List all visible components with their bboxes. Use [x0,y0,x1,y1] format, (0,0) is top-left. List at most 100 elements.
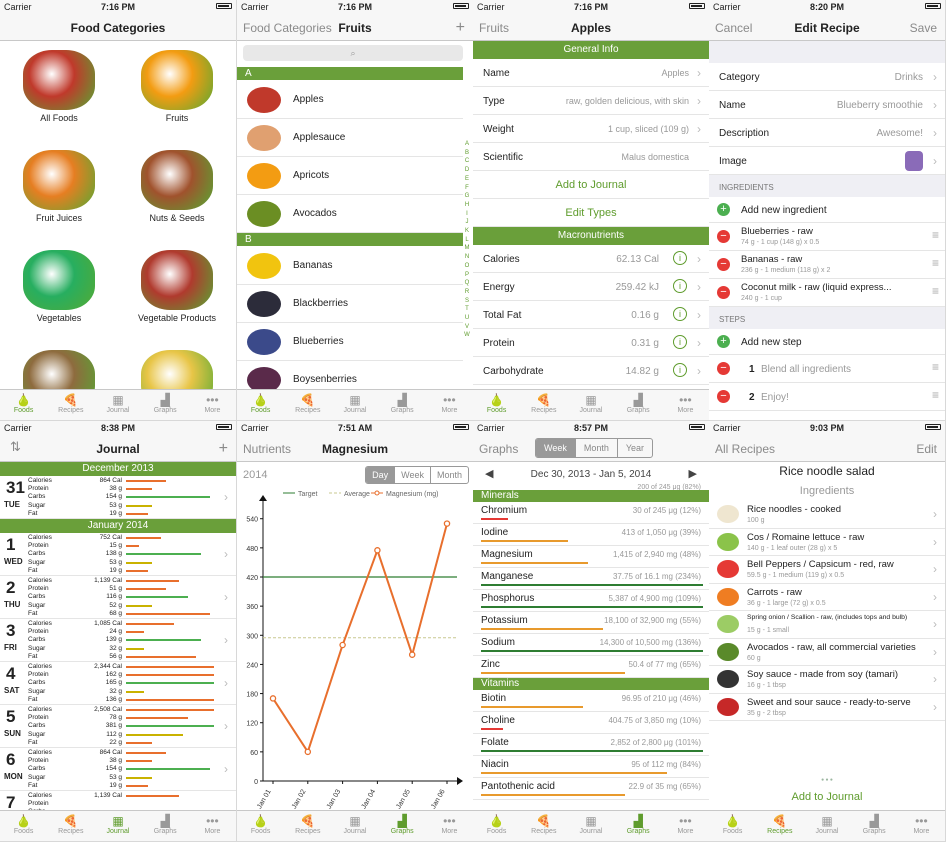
nutrient-progress-row[interactable]: Chromium 30 of 245 μg (12%) [473,502,709,524]
nutrient-progress-row[interactable]: Pantothenic acid 22.9 of 35 mg (65%) [473,778,709,800]
index-letter[interactable]: J [463,218,471,227]
nutrient-progress-row[interactable]: Biotin 96.95 of 210 μg (46%) [473,690,709,712]
save-button[interactable]: Save [910,21,937,35]
journal-day-row[interactable]: 31 TUE Calories 864 Cal Protein 38 g Carbs 154 … [0,476,236,519]
tab-recipes[interactable]: 🍕 Recipes [284,811,331,841]
drag-handle-icon[interactable]: ≡ [932,360,939,374]
list-item[interactable]: Avocados [237,195,463,233]
tab-graphs[interactable]: ▟ Graphs [379,811,426,841]
add-button[interactable]: + [456,19,465,37]
journal-day-row[interactable]: 1 WED Calories 752 Cal Protein 15 g Carbs 138 g… [0,533,236,576]
index-letter[interactable]: R [463,288,471,297]
index-letter[interactable]: W [463,331,471,340]
nutrient-progress-row[interactable]: Phosphorus 5,387 of 4,900 mg (109%) [473,590,709,612]
step-row[interactable]: − ≡ 1 Blend all ingredients [709,355,945,383]
tab-journal[interactable]: ▦ Journal [94,811,141,841]
tab-graphs[interactable]: ▟ Graphs [615,390,662,420]
ingredient-row[interactable]: Rice noodles - cooked 100 g › [709,501,945,529]
add-to-journal-button[interactable]: Add to Journal [473,171,709,199]
info-row[interactable]: Type raw, golden delicious, with skin › [473,87,709,115]
add-entry-button[interactable]: + [219,440,228,458]
back-button[interactable]: All Recipes [715,442,775,456]
journal-day-row[interactable]: 6 MON Calories 864 Cal Protein 38 g Carbs 154 g… [0,748,236,791]
ingredient-row[interactable]: Cos / Romaine lettuce - raw 140 g - 1 lea… [709,529,945,556]
nutrient-row[interactable]: Carbohydrate 14.82 g i › [473,357,709,385]
tab-journal[interactable]: ▦ Journal [94,390,141,420]
nutrient-progress-row[interactable]: Folate 2,852 of 2,800 μg (101%) [473,734,709,756]
edit-button[interactable]: Edit [916,442,937,456]
tab-recipes[interactable]: 🍕 Recipes [520,811,567,841]
tab-recipes[interactable]: 🍕 Recipes [47,390,94,420]
nutrient-progress-row[interactable]: Iodine 413 of 1,050 μg (39%) [473,524,709,546]
info-icon[interactable]: i [673,251,687,265]
tab-foods[interactable]: 🍐 Foods [473,811,520,841]
delete-circle-icon[interactable]: − [717,390,730,403]
ingredient-row[interactable]: Bell Peppers / Capsicum - red, raw 59.5 g… [709,556,945,584]
tab-journal[interactable]: ▦ Journal [567,811,614,841]
drag-handle-icon[interactable]: ≡ [932,388,939,402]
category-cell[interactable]: All Foods [10,50,108,140]
info-row[interactable]: Weight 1 cup, sliced (109 g) › [473,115,709,143]
search-input[interactable]: ⌕ [243,45,463,61]
journal-day-row[interactable]: 2 THU Calories 1,139 Cal Protein 51 g Carbs 116… [0,576,236,619]
segment-week[interactable]: Week [536,439,575,457]
tab-more[interactable]: ••• More [662,390,709,420]
nutrient-progress-row[interactable]: Magnesium 1,415 of 2,940 mg (48%) [473,546,709,568]
tab-foods[interactable]: 🍐 Foods [0,390,47,420]
journal-day-row[interactable]: 4 SAT Calories 2,344 Cal Protein 162 g Carbs 16… [0,662,236,705]
recipe-field-row[interactable]: Image › [709,147,945,175]
index-letter[interactable]: I [463,210,471,219]
nutrient-row[interactable]: Total Fat 0.16 g i › [473,301,709,329]
delete-circle-icon[interactable]: − [717,258,730,271]
nutrient-progress-row[interactable]: Potassium 18,100 of 32,900 mg (55%) [473,612,709,634]
drag-handle-icon[interactable]: ≡ [932,284,939,298]
ingredient-row[interactable]: − ≡ Bananas - raw 236 g - 1 medium (118 g) … [709,251,945,279]
tab-more[interactable]: ••• More [189,390,236,420]
delete-circle-icon[interactable]: − [717,286,730,299]
nutrient-progress-row[interactable]: Choline 404.75 of 3,850 mg (10%) [473,712,709,734]
nutrient-progress-row[interactable]: Manganese 37.75 of 16.1 mg (234%) [473,568,709,590]
tab-graphs[interactable]: ▟ Graphs [851,811,898,841]
tab-more[interactable]: ••• More [426,811,473,841]
tab-foods[interactable]: 🍐 Foods [709,811,756,841]
tab-journal[interactable]: ▦ Journal [331,811,378,841]
info-icon[interactable]: i [673,307,687,321]
ingredient-row[interactable]: Carrots - raw 36 g - 1 large (72 g) x 0.5… [709,584,945,611]
segment-month[interactable]: Month [574,439,617,457]
journal-day-row[interactable]: 5 SUN Calories 2,508 Cal Protein 78 g Carbs 381… [0,705,236,748]
ingredient-row[interactable]: − ≡ Coconut milk - raw (liquid express... 2… [709,279,945,307]
tab-more[interactable]: ••• More [189,811,236,841]
add-ingredient-button[interactable]: + Add new ingredient [709,197,945,223]
index-letter[interactable]: G [463,192,471,201]
add-to-journal-button[interactable]: Add to Journal [709,791,945,803]
category-cell[interactable]: Vegetable Products [128,250,226,340]
index-letter[interactable]: D [463,166,471,175]
ingredient-row[interactable]: − ≡ Blueberries - raw 74 g - 1 cup (148 g) … [709,223,945,251]
tab-foods[interactable]: 🍐 Foods [473,390,520,420]
index-letter[interactable]: H [463,201,471,210]
index-letter[interactable]: S [463,297,471,306]
drag-handle-icon[interactable]: ≡ [932,256,939,270]
tab-graphs[interactable]: ▟ Graphs [142,811,189,841]
tab-recipes[interactable]: 🍕 Recipes [756,811,803,841]
category-cell[interactable]: Nuts & Seeds [128,150,226,240]
delete-circle-icon[interactable]: − [717,230,730,243]
index-letter[interactable]: C [463,157,471,166]
next-arrow-icon[interactable]: ▶ [689,467,697,480]
list-item[interactable]: Applesauce [237,119,463,157]
nutrient-row[interactable]: Calories 62.13 Cal i › [473,245,709,273]
tab-more[interactable]: ••• More [426,390,473,420]
recipe-field-row[interactable]: Category Drinks › [709,63,945,91]
index-letter[interactable]: M [463,244,471,253]
index-letter[interactable]: T [463,305,471,314]
tab-recipes[interactable]: 🍕 Recipes [47,811,94,841]
nutrient-progress-row[interactable]: Sodium 14,300 of 10,500 mg (136%) [473,634,709,656]
category-cell[interactable]: Fruits [128,50,226,140]
ingredient-row[interactable]: Soy sauce - made from soy (tamari) 16 g -… [709,666,945,694]
edit-types-button[interactable]: Edit Types [473,199,709,227]
back-button[interactable]: Graphs [479,442,518,456]
tab-more[interactable]: ••• More [662,811,709,841]
segment-year[interactable]: Year [616,439,652,457]
list-item[interactable]: Blueberries [237,323,463,361]
info-row[interactable]: Name Apples › [473,59,709,87]
